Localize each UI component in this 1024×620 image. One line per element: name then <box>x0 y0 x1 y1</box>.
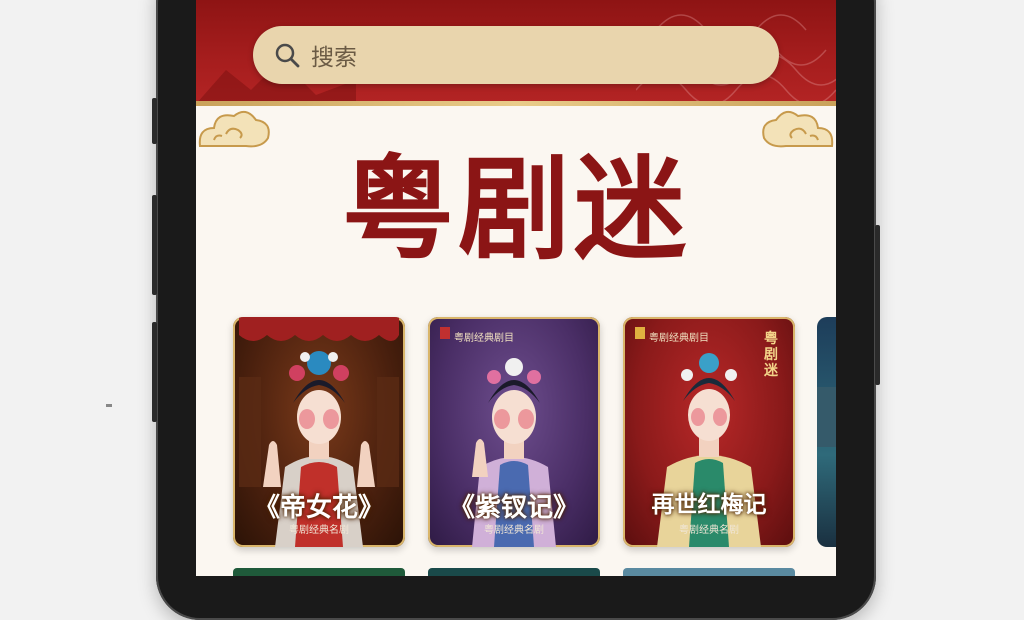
next-row-card[interactable] <box>623 568 795 576</box>
next-row-card[interactable] <box>233 568 405 576</box>
card-title: 再世红梅记 <box>651 491 767 518</box>
opera-card-zaishihongmeiji[interactable]: 粤剧经典剧目 粤剧迷 再世红梅记 粤剧经典名剧 <box>623 317 795 547</box>
phone-side-button <box>152 98 157 144</box>
card-subtitle: 粤剧经典名剧 <box>679 525 739 536</box>
card-subtitle: 粤剧经典名剧 <box>289 525 349 536</box>
card-title: 《帝女花》 <box>253 493 384 523</box>
header-gold-border <box>196 101 836 106</box>
app-screen: 搜索 粤剧迷 《帝女花》 粤剧经典名剧 粤剧经典剧目 《紫钗记》 粤剧经典名剧 … <box>196 0 836 576</box>
phone-side-button <box>152 322 157 422</box>
search-input[interactable]: 搜索 <box>311 38 357 72</box>
search-icon[interactable] <box>273 41 301 69</box>
card-subtitle: 粤剧经典名剧 <box>484 525 544 536</box>
opera-card-zichaiji[interactable]: 粤剧经典剧目 《紫钗记》 粤剧经典名剧 <box>428 317 600 547</box>
opera-card-partial[interactable] <box>817 317 836 547</box>
card-vertical-logo: 粤剧迷 <box>764 331 778 379</box>
card-top-caption: 粤剧经典剧目 <box>454 333 514 344</box>
opera-card-dinuhua[interactable]: 《帝女花》 粤剧经典名剧 <box>233 317 405 547</box>
search-bar[interactable]: 搜索 <box>253 26 779 84</box>
app-title: 粤剧迷 <box>342 144 690 275</box>
card-top-caption: 粤剧经典剧目 <box>649 333 709 344</box>
phone-side-button <box>875 225 880 385</box>
card-title: 《紫钗记》 <box>448 493 579 523</box>
phone-side-button <box>152 195 157 295</box>
next-row-card[interactable] <box>428 568 600 576</box>
decorative-dot <box>106 404 112 407</box>
